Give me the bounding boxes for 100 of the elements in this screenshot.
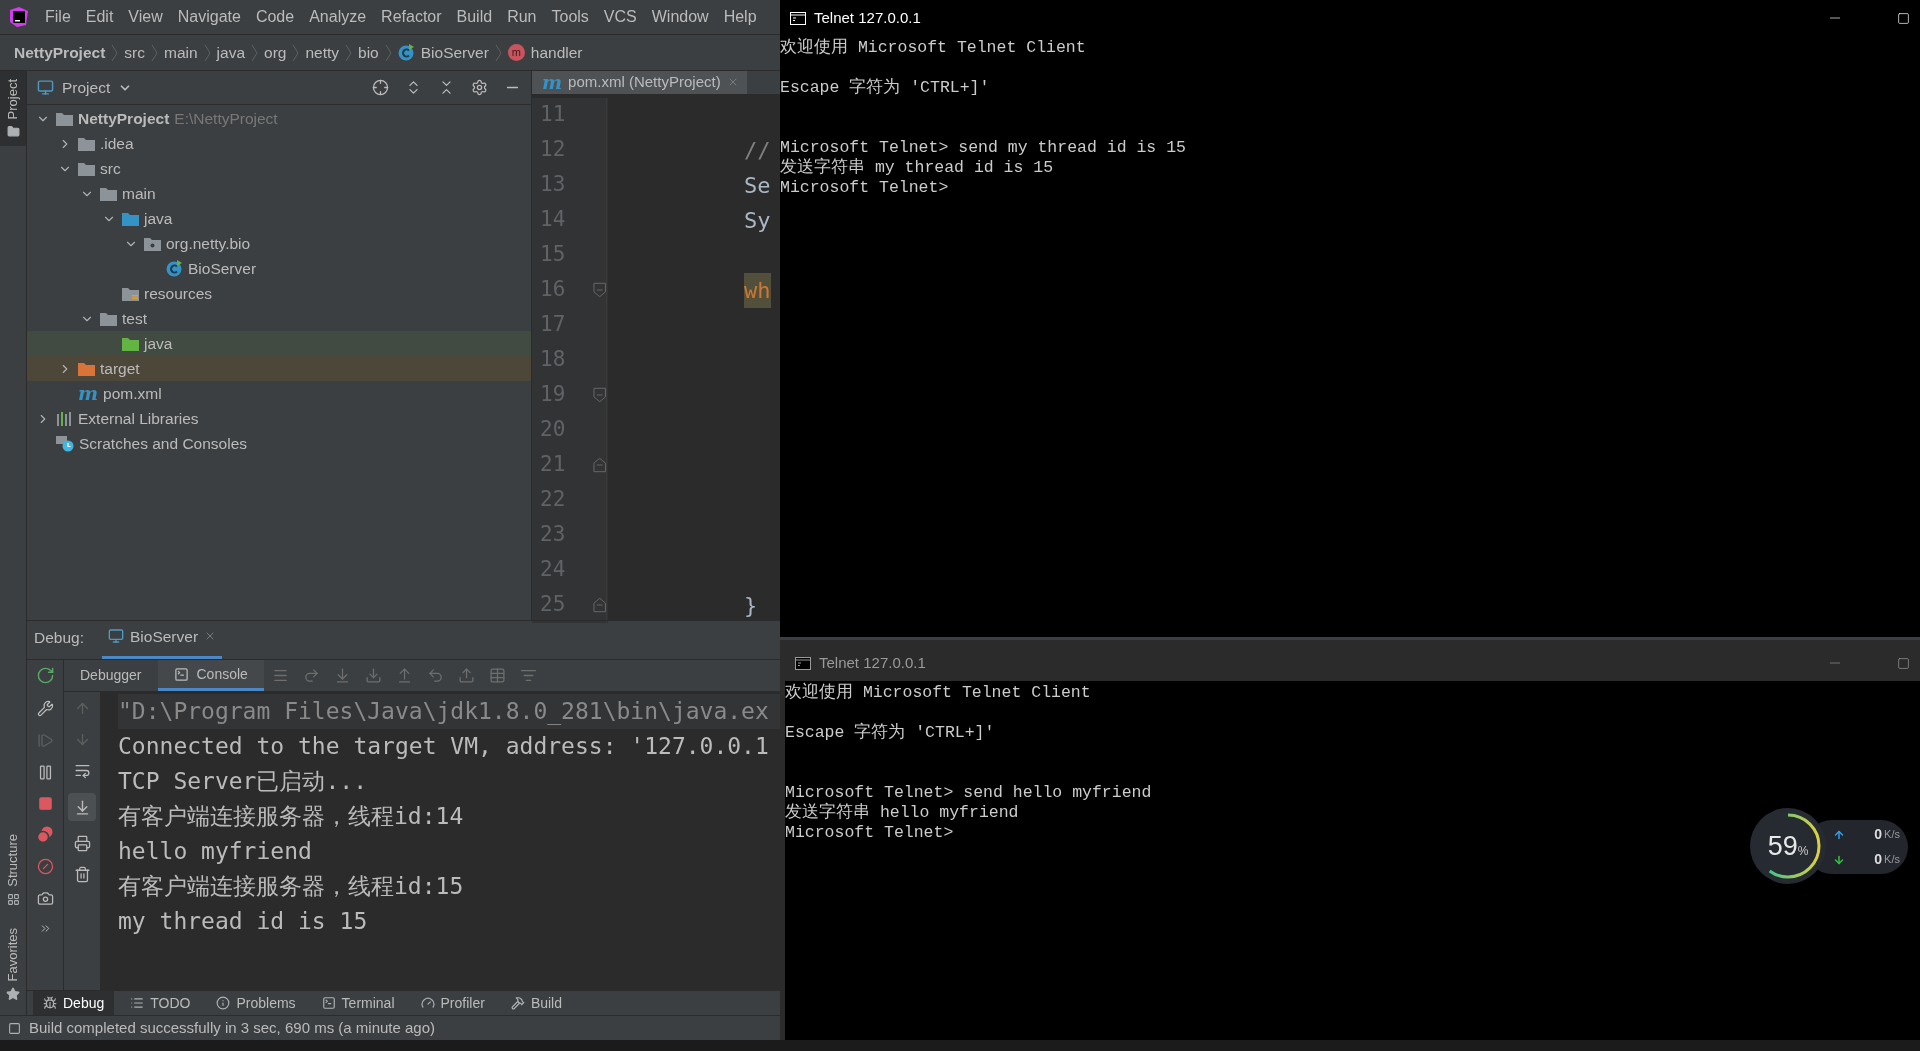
package-icon xyxy=(144,236,161,251)
print-icon[interactable] xyxy=(73,835,91,852)
tree-item[interactable]: pom.xml xyxy=(103,381,162,406)
upload-arrow-icon xyxy=(1833,828,1845,841)
fold-marker-icon[interactable] xyxy=(592,597,606,613)
rerun-icon[interactable] xyxy=(35,666,55,685)
panel-tab[interactable]: Debugger xyxy=(64,660,158,691)
step-over-icon[interactable] xyxy=(302,667,320,684)
resources-folder-icon xyxy=(122,286,139,301)
menu-item[interactable]: Help xyxy=(723,5,757,29)
trace-icon[interactable] xyxy=(519,667,537,684)
console-line: 发送字符串 hello myfriend xyxy=(785,803,1019,823)
breadcrumb-item[interactable]: main xyxy=(164,40,198,65)
tree-item[interactable]: NettyProject xyxy=(78,106,170,131)
console-line: Escape 字符为 'CTRL+]' xyxy=(785,723,995,743)
camera-icon[interactable] xyxy=(36,890,54,907)
usage-percent: 59 xyxy=(1767,832,1798,860)
project-view-icon xyxy=(37,79,54,96)
breadcrumb-item[interactable]: NettyProject xyxy=(14,40,106,65)
tool-window-tab[interactable]: Terminal xyxy=(311,991,405,1015)
table-icon[interactable] xyxy=(488,667,506,684)
tree-item[interactable]: Scratches and Consoles xyxy=(79,431,247,456)
console-line: my thread id is 15 xyxy=(118,907,369,936)
folder-icon xyxy=(100,186,117,201)
fold-marker-icon[interactable] xyxy=(592,387,606,403)
force-step-into-icon[interactable] xyxy=(364,667,382,684)
download-arrow-icon xyxy=(1833,853,1845,866)
breadcrumb-item[interactable]: bio xyxy=(358,40,379,65)
menu-item[interactable]: Analyze xyxy=(309,5,367,29)
build-icon xyxy=(510,996,525,1010)
rate-value: 0 xyxy=(1874,825,1883,844)
menu-item[interactable]: Run xyxy=(507,5,537,29)
console-line: Escape 字符为 'CTRL+]' xyxy=(780,78,990,98)
menu-item[interactable]: Navigate xyxy=(177,5,241,29)
console-line: 有客户端连接服务器，线程id:15 xyxy=(118,872,465,901)
tool-window-tab[interactable]: TODO xyxy=(120,991,201,1015)
list-icon[interactable] xyxy=(271,667,289,684)
tree-item[interactable]: target xyxy=(100,356,140,381)
fold-marker-icon[interactable] xyxy=(592,457,606,473)
console-line: Microsoft Telnet> xyxy=(780,178,949,198)
tree-item[interactable]: BioServer xyxy=(188,256,257,281)
settings-icon[interactable] xyxy=(471,79,488,96)
drop-frame-icon[interactable] xyxy=(426,667,444,684)
menu-item[interactable]: VCS xyxy=(603,5,637,29)
breadcrumb-item[interactable]: org xyxy=(264,40,287,65)
breadcrumb-item[interactable]: java xyxy=(216,40,246,65)
tree-item[interactable]: resources xyxy=(144,281,213,306)
wrench-icon[interactable] xyxy=(36,700,54,717)
breadcrumb-item[interactable]: handler xyxy=(530,40,583,65)
console-line: TCP Server已启动... xyxy=(118,767,368,796)
tree-item[interactable]: main xyxy=(122,181,156,206)
panel-toggle-icon[interactable] xyxy=(8,1021,21,1035)
soft-wrap-icon[interactable] xyxy=(73,762,91,779)
tree-item[interactable]: java xyxy=(144,331,173,356)
breadcrumb-separator-icon xyxy=(203,43,211,62)
panel-title[interactable]: Project xyxy=(62,75,111,100)
fold-marker-icon[interactable] xyxy=(592,282,606,298)
menu-item[interactable]: Tools xyxy=(551,5,589,29)
side-tab[interactable]: Project xyxy=(0,71,26,147)
tool-window-tab[interactable]: Debug xyxy=(33,991,115,1015)
window-title: Telnet 127.0.0.1 xyxy=(819,652,926,673)
tool-window-tab[interactable]: Problems xyxy=(206,991,306,1015)
console-line: Microsoft Telnet> xyxy=(785,823,954,843)
menu-item[interactable]: Code xyxy=(255,5,295,29)
tree-item[interactable]: src xyxy=(100,156,121,181)
menu-item[interactable]: File xyxy=(45,5,71,29)
panel-tab[interactable]: Console xyxy=(157,660,264,691)
console-line: 欢迎使用 Microsoft Telnet Client xyxy=(785,683,1091,703)
tree-item[interactable]: .idea xyxy=(100,131,134,156)
breakpoints-icon[interactable] xyxy=(36,826,54,843)
tool-window-tab[interactable]: Profiler xyxy=(410,991,495,1015)
breadcrumb-item[interactable]: src xyxy=(124,40,145,65)
rate-value: 0 xyxy=(1874,850,1883,869)
editor-tab[interactable]: m pom.xml (NettyProject) xyxy=(532,71,747,94)
tool-window-tab[interactable]: Build xyxy=(500,991,572,1015)
folder-icon xyxy=(122,211,139,226)
scroll-to-end-button[interactable] xyxy=(68,793,96,821)
menu-item[interactable]: View xyxy=(128,5,163,29)
trash-icon[interactable] xyxy=(73,866,91,883)
side-tab[interactable]: Structure xyxy=(0,825,26,914)
locate-icon[interactable] xyxy=(372,79,389,96)
tree-item[interactable]: org.netty.bio xyxy=(166,231,251,256)
run-config-icon xyxy=(108,628,124,645)
tree-item[interactable]: java xyxy=(144,206,173,231)
menu-item[interactable]: Build xyxy=(456,5,493,29)
menu-item[interactable]: Edit xyxy=(85,5,114,29)
console-icon xyxy=(173,666,189,682)
stop-icon[interactable] xyxy=(37,796,53,811)
mute-breakpoints-icon[interactable] xyxy=(36,858,54,875)
run-to-cursor-icon[interactable] xyxy=(457,667,475,684)
menu-item[interactable]: Refactor xyxy=(381,5,442,29)
tree-item[interactable]: test xyxy=(122,306,147,331)
breadcrumb-item[interactable]: BioServer xyxy=(420,40,489,65)
tree-item[interactable]: External Libraries xyxy=(78,406,199,431)
breadcrumb-item[interactable]: netty xyxy=(305,40,340,65)
side-tab[interactable]: Favorites xyxy=(0,919,26,1009)
profiler-icon xyxy=(420,996,435,1010)
menu-item[interactable]: Window xyxy=(651,5,709,29)
folder-icon xyxy=(100,311,117,326)
breadcrumb-separator-icon xyxy=(494,43,502,62)
